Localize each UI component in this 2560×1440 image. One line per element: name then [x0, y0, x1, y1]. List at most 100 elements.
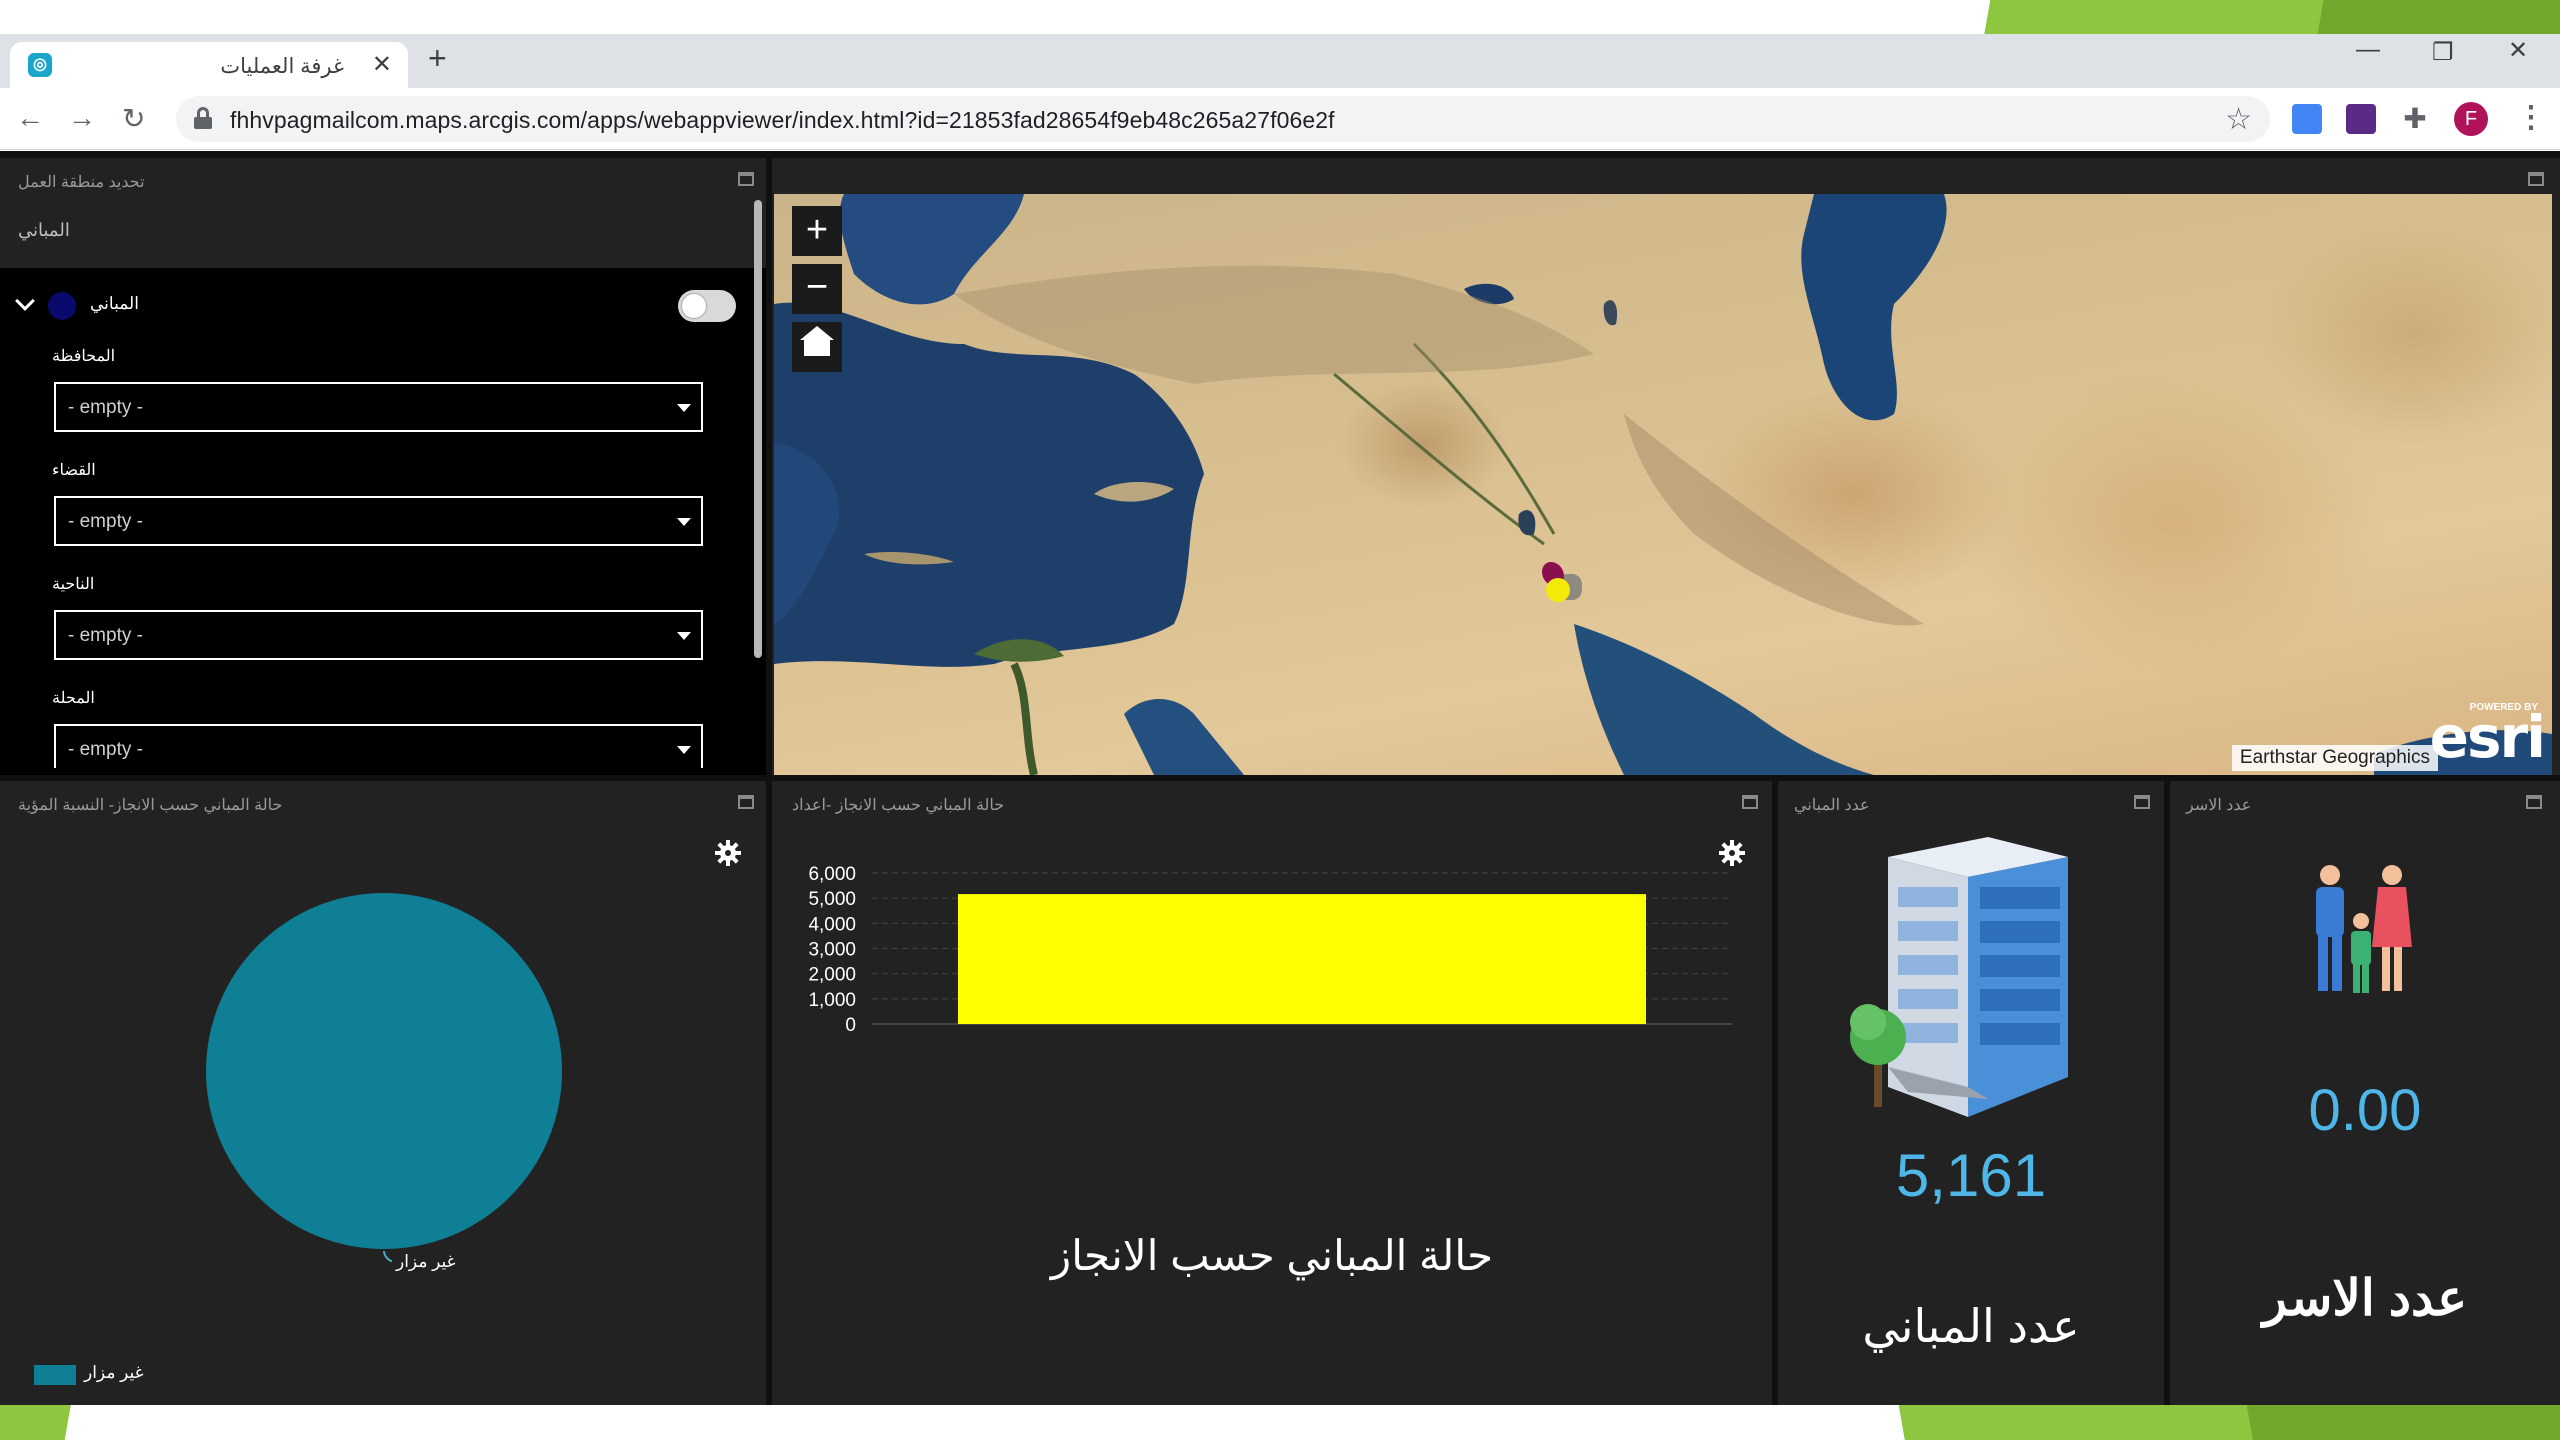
maximize-icon[interactable] — [2528, 172, 2544, 186]
buildings-count-value: 5,161 — [1895, 1142, 2047, 1209]
filter-panel-scrollbar[interactable] — [754, 200, 762, 658]
caret-down-icon — [677, 746, 691, 754]
lake-tharthar — [1518, 510, 1536, 536]
home-button[interactable] — [792, 322, 842, 372]
pie-legend-label: غير مزار — [84, 1363, 144, 1382]
slide-decoration-bottom — [1870, 1405, 2560, 1440]
extension-icon[interactable] — [2346, 104, 2376, 134]
governorate-select[interactable]: - empty - — [54, 382, 703, 432]
minimize-icon[interactable]: — — [2356, 36, 2380, 64]
bar-chart: 01,0002,0003,0004,0005,0006,000غير مزار — [808, 864, 1732, 1031]
field-label-neighborhood: المحلة — [52, 690, 95, 707]
close-window-icon[interactable]: ✕ — [2508, 36, 2528, 65]
address-bar[interactable]: fhhvpagmailcom.maps.arcgis.com/apps/weba… — [176, 96, 2270, 142]
chevron-down-icon[interactable] — [15, 291, 35, 311]
pie-slice[interactable] — [206, 893, 562, 1249]
bar-y-tick-label: 0 — [845, 1015, 856, 1031]
filter-panel-title: تحديد منطقة العمل — [18, 174, 145, 191]
pie-label-leader — [383, 1250, 393, 1262]
subdistrict-select-value: - empty - — [68, 625, 143, 646]
maximize-icon[interactable] — [2134, 795, 2150, 809]
families-panel-title: عدد الاسر — [2186, 797, 2252, 814]
river-nile — [1010, 662, 1038, 775]
maximize-icon[interactable] — [738, 795, 754, 809]
toggle-knob — [682, 294, 706, 318]
bar-y-tick-label: 3,000 — [808, 940, 856, 961]
new-tab-button[interactable]: + — [428, 40, 447, 77]
map-view[interactable]: + − Earthstar Geographics POWERED BY esr… — [774, 194, 2552, 775]
subdistrict-select[interactable]: - empty - — [54, 610, 703, 660]
favicon-icon: ◎ — [28, 53, 52, 77]
zoom-in-button[interactable]: + — [792, 206, 842, 256]
sea-red — [1124, 699, 1244, 775]
profile-avatar[interactable]: F — [2454, 102, 2488, 136]
browser-tab-bar: ◎ غرفة العمليات ✕ + — ❐ ✕ — [0, 34, 2560, 88]
neighborhood-select[interactable]: - empty - — [54, 724, 703, 768]
browser-menu-icon[interactable]: ⋮ — [2516, 100, 2546, 135]
browser-tab[interactable]: ◎ غرفة العمليات ✕ — [10, 42, 408, 88]
zoom-out-button[interactable]: − — [792, 264, 842, 314]
map-marker-yellow[interactable] — [1546, 578, 1570, 602]
field-label-subdistrict: الناحية — [52, 576, 95, 593]
bar-y-tick-label: 4,000 — [808, 914, 856, 935]
district-select[interactable]: - empty - — [54, 496, 703, 546]
layer-label: المباني — [90, 294, 139, 313]
bar[interactable] — [958, 894, 1646, 1024]
tab-title: غرفة العمليات — [220, 55, 344, 78]
map-attribution: Earthstar Geographics — [2231, 745, 2438, 771]
layer-row: المباني — [14, 288, 742, 324]
pie-legend-swatch — [34, 1365, 76, 1385]
governorate-select-value: - empty - — [68, 397, 143, 418]
lake-urmia — [1603, 300, 1618, 326]
bar-chart-title: حالة المباني حسب الانجاز -اعداد — [792, 797, 1005, 814]
bar-y-tick-label: 5,000 — [808, 889, 856, 910]
slide-decoration-bottom-left — [0, 1405, 95, 1440]
building-icon — [1850, 837, 2068, 1117]
buildings-count-label: عدد المباني — [1862, 1300, 2080, 1352]
bar-chart-heading: حالة المباني حسب الانجاز — [1050, 1232, 1494, 1279]
filter-panel: تحديد منطقة العمل المباني المباني المحاف… — [0, 158, 766, 775]
caret-down-icon — [677, 632, 691, 640]
layer-toggle[interactable] — [678, 290, 736, 322]
bar-chart-panel: حالة المباني حسب الانجاز -اعداد 0 1,000 2,… — [772, 781, 1772, 1405]
pie-chart-panel: حالة المباني حسب الانجاز- النسبة المؤية … — [0, 781, 766, 1405]
bar-y-tick-label: 6,000 — [808, 864, 856, 885]
lock-icon — [194, 107, 212, 129]
filter-panel-subtitle: المباني — [18, 220, 70, 240]
bookmark-star-icon[interactable]: ☆ — [2225, 102, 2252, 137]
maximize-icon[interactable] — [2526, 795, 2542, 809]
family-icon — [2316, 865, 2412, 993]
slide-decoration-top — [1960, 0, 2560, 34]
families-count-panel: عدد الاسر 0.00 عدد الاسر — [2170, 781, 2560, 1405]
forward-icon[interactable]: → — [68, 102, 96, 134]
back-icon[interactable]: ← — [16, 102, 44, 134]
pie-chart-title: حالة المباني حسب الانجاز- النسبة المؤية — [18, 797, 283, 814]
maximize-icon[interactable] — [1742, 795, 1758, 809]
map-basemap — [774, 194, 2552, 775]
families-count-value: 0.00 — [2308, 1078, 2422, 1143]
translate-extension-icon[interactable] — [2292, 104, 2322, 134]
caret-down-icon — [677, 404, 691, 412]
url-text: fhhvpagmailcom.maps.arcgis.com/apps/weba… — [230, 107, 1335, 133]
district-select-value: - empty - — [68, 511, 143, 532]
river-tigris — [1412, 342, 1556, 535]
buildings-panel-title: عدد المباني — [1794, 797, 1870, 814]
map-panel: + − Earthstar Geographics POWERED BY esr… — [772, 158, 2560, 775]
home-icon — [804, 338, 830, 356]
browser-toolbar: ← → ↻ fhhvpagmailcom.maps.arcgis.com/app… — [0, 88, 2560, 150]
field-label-district: القضاء — [52, 462, 96, 479]
buildings-count-panel: عدد المباني 5,161 عدد المباني — [1778, 781, 2164, 1405]
close-tab-icon[interactable]: ✕ — [372, 50, 392, 79]
terrain-zagros — [1624, 414, 1924, 626]
screen: ◎ غرفة العمليات ✕ + — ❐ ✕ ← → ↻ fhhvpagm… — [0, 0, 2560, 1440]
families-count-label: عدد الاسر — [2262, 1270, 2468, 1326]
restore-icon[interactable]: ❐ — [2432, 38, 2454, 67]
caret-down-icon — [677, 518, 691, 526]
web-app-viewer: تحديد منطقة العمل المباني المباني المحاف… — [0, 151, 2560, 1405]
sea-persian-gulf — [1574, 624, 1874, 775]
pie-slice-label: غير مزار — [395, 1252, 456, 1272]
maximize-icon[interactable] — [738, 172, 754, 186]
puzzle-extensions-icon[interactable]: ✚ — [2400, 104, 2430, 134]
pie-chart: غير مزار — [206, 893, 562, 1272]
reload-icon[interactable]: ↻ — [122, 102, 145, 135]
